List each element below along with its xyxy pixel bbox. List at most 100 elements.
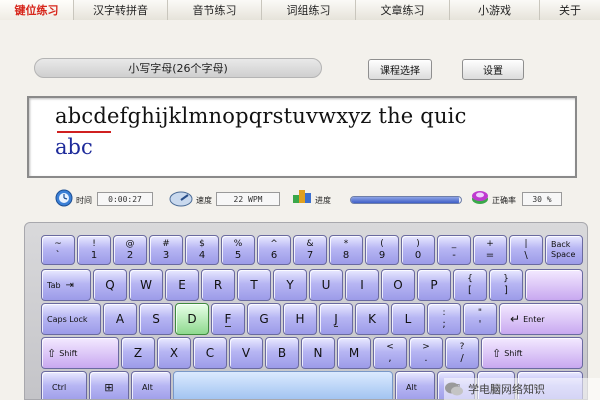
key-8[interactable]: * 8: [329, 235, 363, 265]
key-tab-label: Tab: [47, 280, 61, 290]
key-backtick[interactable]: ~ `: [41, 235, 75, 265]
key-j[interactable]: J: [319, 303, 353, 335]
accuracy-target-icon: [472, 191, 488, 204]
course-select-button[interactable]: 课程选择: [368, 59, 432, 80]
key-right-shift[interactable]: ⇧ Shift: [481, 337, 583, 369]
key-slash[interactable]: ? /: [445, 337, 479, 369]
typing-area[interactable]: abcdefghijklmnopqrstuvwxyz the quic abc: [27, 96, 577, 178]
key-tab[interactable]: Tab ⇥: [41, 269, 91, 301]
key-w[interactable]: W: [129, 269, 163, 301]
tab-article-practice[interactable]: 文章练习: [356, 0, 450, 20]
key-2[interactable]: @2: [113, 235, 147, 265]
settings-button[interactable]: 设置: [462, 59, 524, 80]
key-comma[interactable]: <,: [373, 337, 407, 369]
speed-value: 22 WPM: [216, 192, 280, 206]
watermark-text: 学电脑网络知识: [468, 383, 545, 396]
enter-arrow-icon: ↵: [510, 312, 521, 326]
key-k[interactable]: K: [355, 303, 389, 335]
key-o[interactable]: O: [381, 269, 415, 301]
tab-about[interactable]: 关于: [540, 0, 600, 20]
time-value: 0:00:27: [97, 192, 153, 206]
progress-bar-fill: [351, 197, 459, 203]
tab-phrase-practice[interactable]: 词组练习: [262, 0, 356, 20]
key-m[interactable]: M: [337, 337, 371, 369]
key-q[interactable]: Q: [93, 269, 127, 301]
key-enter-label: Enter: [523, 314, 545, 324]
key-windows[interactable]: ⊞: [89, 371, 129, 399]
windows-logo-icon: ⊞: [104, 380, 114, 394]
key-l[interactable]: L: [391, 303, 425, 335]
clock-icon: [55, 189, 73, 207]
tab-mini-games[interactable]: 小游戏: [450, 0, 540, 20]
key-r[interactable]: R: [201, 269, 235, 301]
key-enter[interactable]: ↵ Enter: [499, 303, 583, 335]
key-s[interactable]: S: [139, 303, 173, 335]
key-backspace[interactable]: Back Space: [545, 235, 583, 265]
key-a[interactable]: A: [103, 303, 137, 335]
key-4[interactable]: $4: [185, 235, 219, 265]
key-y[interactable]: Y: [273, 269, 307, 301]
key-semicolon[interactable]: :;: [427, 303, 461, 335]
key-left-alt[interactable]: Alt: [131, 371, 171, 399]
key-g[interactable]: G: [247, 303, 281, 335]
key-7[interactable]: & 7: [293, 235, 327, 265]
progress-blocks-icon: [293, 190, 311, 203]
key-z[interactable]: Z: [121, 337, 155, 369]
key-5[interactable]: % 5: [221, 235, 255, 265]
speed-label: 速度: [196, 196, 212, 205]
progress-label: 进度: [315, 196, 331, 205]
key-left-shift[interactable]: ⇧ Shift: [41, 337, 119, 369]
key-e[interactable]: E: [165, 269, 199, 301]
key-6[interactable]: ^ 6: [257, 235, 291, 265]
virtual-keyboard: ~ ` ! 1 @2 #3 $4 % 5 ^ 6 & 7 * 8 (9 ) 0 _ - + = |…: [24, 222, 588, 400]
key-d[interactable]: D: [175, 303, 209, 335]
key-minus[interactable]: _ -: [437, 235, 471, 265]
key-0[interactable]: ) 0: [401, 235, 435, 265]
key-c[interactable]: C: [193, 337, 227, 369]
chat-bubble-icon: [445, 382, 463, 396]
key-1[interactable]: ! 1: [77, 235, 111, 265]
key-quote[interactable]: " ': [463, 303, 497, 335]
key-backslash[interactable]: | \: [509, 235, 543, 265]
key-u[interactable]: U: [309, 269, 343, 301]
key-b[interactable]: B: [265, 337, 299, 369]
time-label: 时间: [76, 196, 92, 205]
key-n[interactable]: N: [301, 337, 335, 369]
key-left-bracket[interactable]: {[: [453, 269, 487, 301]
key-i[interactable]: I: [345, 269, 379, 301]
tab-bar: 键位练习 汉字转拼音 音节练习 词组练习 文章练习 小游戏 关于: [0, 0, 600, 20]
key-right-alt[interactable]: Alt: [395, 371, 435, 399]
tab-hanzi-pinyin[interactable]: 汉字转拼音: [74, 0, 168, 20]
progress-bar: [350, 196, 462, 204]
target-text: abcdefghijklmnopqrstuvwxyz the quic: [55, 104, 467, 128]
key-enter-upper[interactable]: [525, 269, 583, 301]
key-equals[interactable]: + =: [473, 235, 507, 265]
tab-arrow-icon: ⇥: [65, 279, 74, 291]
key-v[interactable]: V: [229, 337, 263, 369]
key-left-ctrl[interactable]: Ctrl: [41, 371, 87, 399]
tab-syllable-practice[interactable]: 音节练习: [168, 0, 262, 20]
key-period[interactable]: >.: [409, 337, 443, 369]
speedometer-icon: [169, 191, 193, 207]
key-j-label: J: [334, 311, 338, 327]
key-space[interactable]: [173, 371, 393, 399]
key-p[interactable]: P: [417, 269, 451, 301]
lesson-title: 小写字母(26个字母): [34, 58, 322, 78]
accuracy-label: 正确率: [492, 196, 516, 205]
key-right-shift-label: Shift: [504, 348, 523, 358]
key-f-label: F: [224, 311, 232, 327]
key-x[interactable]: X: [157, 337, 191, 369]
key-3[interactable]: #3: [149, 235, 183, 265]
typed-underline: [57, 131, 111, 133]
key-9[interactable]: (9: [365, 235, 399, 265]
key-left-shift-label: Shift: [59, 348, 78, 358]
key-t[interactable]: T: [237, 269, 271, 301]
key-caps-lock[interactable]: Caps Lock: [41, 303, 101, 335]
tab-key-practice[interactable]: 键位练习: [0, 0, 74, 20]
shift-arrow-icon: ⇧: [492, 346, 502, 360]
shift-arrow-icon: ⇧: [47, 346, 57, 360]
key-f[interactable]: F: [211, 303, 245, 335]
typed-text: abc: [55, 135, 93, 159]
key-h[interactable]: H: [283, 303, 317, 335]
key-right-bracket[interactable]: }]: [489, 269, 523, 301]
